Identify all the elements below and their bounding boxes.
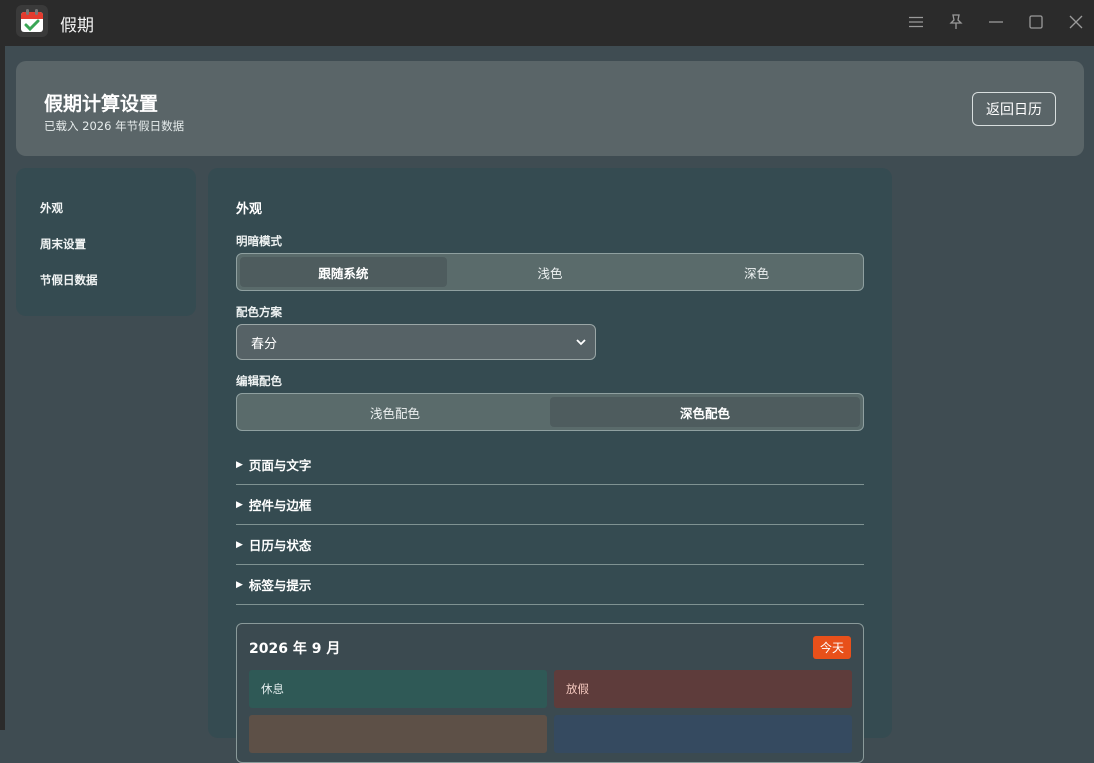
- edit-dark-palette[interactable]: 深色配色: [550, 397, 860, 427]
- accordion-page-text[interactable]: ▶ 页面与文字: [236, 445, 864, 485]
- appearance-panel: 外观 明暗模式 跟随系统 浅色 深色 配色方案 春分 编辑配色 浅色配色 深色配…: [208, 168, 892, 763]
- workday-tile: [249, 715, 547, 753]
- sidebar-item-appearance[interactable]: 外观: [40, 200, 63, 216]
- window-title: 假期: [60, 16, 94, 36]
- close-icon[interactable]: [1062, 8, 1090, 36]
- color-scheme-select[interactable]: 春分: [236, 324, 596, 360]
- data-status-text: 已载入 2026 年节假日数据: [44, 119, 185, 133]
- background-window-edge: [0, 46, 5, 730]
- accordion-calendar-status[interactable]: ▶ 日历与状态: [236, 525, 864, 565]
- menu-icon[interactable]: [902, 8, 930, 36]
- accordion-labels-hints[interactable]: ▶ 标签与提示: [236, 565, 864, 605]
- holiday-tile: 放假: [554, 670, 852, 708]
- theme-mode-dark[interactable]: 深色: [653, 257, 860, 287]
- accordion-controls-borders[interactable]: ▶ 控件与边框: [236, 485, 864, 525]
- rest-day-tile: 休息: [249, 670, 547, 708]
- expand-triangle-icon: ▶: [236, 579, 243, 590]
- settings-header: 假期计算设置 已载入 2026 年节假日数据 返回日历: [16, 61, 1084, 156]
- color-scheme-label: 配色方案: [236, 305, 282, 319]
- section-title: 外观: [236, 202, 263, 217]
- today-button[interactable]: 今天: [813, 636, 851, 659]
- theme-mode-label: 明暗模式: [236, 234, 282, 248]
- maximize-icon[interactable]: [1022, 8, 1050, 36]
- extra-status-tile: [554, 715, 852, 753]
- calendar-app-icon: [16, 5, 48, 37]
- expand-triangle-icon: ▶: [236, 459, 243, 470]
- chevron-down-icon: [575, 336, 587, 352]
- minimize-icon[interactable]: [982, 8, 1010, 36]
- preview-month-title: 2026 年 9 月: [249, 641, 341, 657]
- theme-mode-system[interactable]: 跟随系统: [240, 257, 447, 287]
- expand-triangle-icon: ▶: [236, 499, 243, 510]
- color-scheme-value: 春分: [251, 336, 278, 352]
- back-to-calendar-button[interactable]: 返回日历: [972, 92, 1056, 126]
- settings-sidebar: 外观 周末设置 节假日数据: [16, 168, 196, 316]
- theme-mode-light[interactable]: 浅色: [447, 257, 654, 287]
- edit-palette-selector: 浅色配色 深色配色: [236, 393, 864, 431]
- page-title: 假期计算设置: [44, 93, 159, 115]
- theme-mode-selector: 跟随系统 浅色 深色: [236, 253, 864, 291]
- title-bar: 假期: [0, 0, 1094, 46]
- expand-triangle-icon: ▶: [236, 539, 243, 550]
- edit-light-palette[interactable]: 浅色配色: [240, 397, 550, 427]
- edit-palette-label: 编辑配色: [236, 374, 282, 388]
- calendar-preview: 2026 年 9 月 今天 休息 放假: [236, 623, 864, 763]
- sidebar-item-weekend[interactable]: 周末设置: [40, 236, 86, 252]
- pin-icon[interactable]: [942, 8, 970, 36]
- sidebar-item-holiday-data[interactable]: 节假日数据: [40, 272, 98, 288]
